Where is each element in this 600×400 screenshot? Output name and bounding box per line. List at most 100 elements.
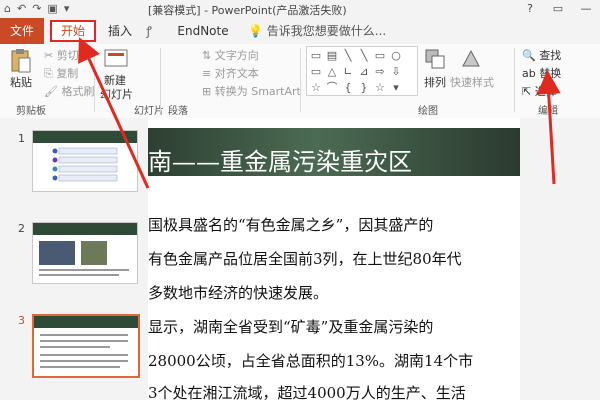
slide-thumbnail-pane: 1 2 3 [0,118,148,400]
tab-home[interactable]: 开始 [50,20,96,42]
shape-option-icon[interactable]: △ [325,65,339,79]
quick-access-toolbar: ⌂ ↶ ↷ ▣ ▾ [4,2,69,15]
cut-button[interactable]: ✂ 剪切 [44,47,79,63]
copy-icon: ⎘ [44,67,53,80]
slide-title-banner: 南——重金属污染重灾区 [148,128,520,176]
find-button[interactable]: 🔍 查找 [522,47,561,63]
thumbnail-header [33,131,137,143]
thumbnail-content [39,241,129,276]
thumbnail-content [52,147,118,182]
shape-option-icon[interactable]: ⌒ [325,81,339,95]
format-painter-button[interactable]: 🖌 格式刷 [44,83,94,99]
cut-label: 剪切 [56,49,79,62]
tab-addin-icon[interactable]: ꝭ [142,21,156,41]
shape-option-icon[interactable]: ⇩ [389,65,403,79]
slide-paragraph-line[interactable]: 显示，湖南全省受到“矿毒”及重金属污染的 [148,316,433,337]
drawing-group-label: 绘图 [418,106,438,117]
save-icon[interactable]: ⌂ [4,2,11,15]
shape-option-icon[interactable]: ⇨ [373,65,387,79]
copy-button[interactable]: ⎘ 复制 [44,65,78,81]
editing-group-label: 编辑 [538,106,558,117]
ribbon: 粘贴 ✂ 剪切 ⎘ 复制 🖌 格式刷 剪贴板 新建 幻灯片 幻灯片 ⇅ 文字方向… [0,44,600,119]
text-direction-icon: ⇅ [202,49,212,62]
tell-me-search[interactable]: 💡 告诉我您想要做什么... [248,21,386,41]
align-text-icon: ≡ [202,67,212,80]
arrange-button[interactable]: 排列 [424,74,446,90]
quick-styles-button[interactable]: 快速样式 [450,74,494,90]
slide-thumbnail-3[interactable] [32,314,140,378]
slide-thumbnail-2[interactable] [32,222,138,284]
group-divider [514,48,515,112]
shapes-gallery[interactable]: ▭ ▤ ╲ ╲ ▭ ○ ▭ △ ∟ ⊿ ⇨ ⇩ ☆ ⌒{} ☆ ▾ [306,46,418,96]
slide-paragraph-line[interactable]: 国极具盛名的“有色金属之乡”，因其盛产的 [148,214,433,235]
undo-icon[interactable]: ↶ [17,2,26,15]
shape-option-icon[interactable]: { [341,81,355,95]
shape-option-icon[interactable]: ▭ [309,49,323,63]
paragraph-group-label: 段落 [168,106,188,117]
thumbnail-header [34,316,138,328]
select-button[interactable]: ⇱ 选择 [522,83,557,99]
shape-option-icon[interactable]: ⊿ [357,65,371,79]
slide-paragraph-line[interactable]: 有色金属产品位居全国前3列，在上世纪80年代 [148,248,462,269]
ribbon-tabs: 文件 开始 插入 ꝭ EndNote X8 💡 告诉我您想要做什么... [0,18,600,58]
ribbon-display-icon[interactable]: ▭ [544,0,572,18]
scissors-icon: ✂ [44,49,54,62]
title-bar: ⌂ ↶ ↷ ▣ ▾ [兼容模式] - PowerPoint(产品激活失败) ? … [0,0,600,18]
tab-insert[interactable]: 插入 [104,21,136,41]
shape-option-icon[interactable]: ▭ [309,65,323,79]
slide-number: 3 [18,314,25,327]
shape-option-icon[interactable]: ☆ [309,81,323,95]
find-icon: 🔍 [522,49,536,62]
shape-option-icon[interactable]: ∟ [341,65,355,79]
thumbnail-content [40,334,128,368]
arrange-icon[interactable] [424,48,446,73]
format-painter-label: 格式刷 [61,85,95,98]
group-divider [94,48,95,112]
replace-button[interactable]: ab 替换 [522,65,561,81]
slide-title[interactable]: 南——重金属污染重灾区 [148,142,412,177]
paste-button[interactable]: 粘贴 [10,74,32,90]
tell-me-text: 告诉我您想要做什么... [266,24,387,38]
tab-file[interactable]: 文件 [0,18,44,44]
slide-paragraph-line[interactable]: 3个处在湘江流域，超过4000万人的生产、生活 [148,382,466,400]
shape-option-icon[interactable]: ▭ [373,49,387,63]
group-divider [160,48,161,112]
smartart-icon: ⊞ [202,85,212,98]
slide-thumbnail-1[interactable] [32,130,138,192]
paste-icon[interactable] [10,48,32,74]
quick-styles-icon[interactable] [460,48,482,73]
qat-dropdown-icon[interactable]: ▾ [64,2,70,15]
redo-icon[interactable]: ↷ [32,2,41,15]
window-title: [兼容模式] - PowerPoint(产品激活失败) [148,4,347,17]
group-divider [300,48,301,112]
present-icon[interactable]: ▣ [47,2,57,15]
replace-label: 替换 [539,67,562,80]
align-text-button[interactable]: ≡ 对齐文本 [202,65,259,81]
shape-option-icon[interactable]: ╲ [341,49,355,63]
shape-option-icon[interactable]: ╲ [357,49,371,63]
text-direction-button[interactable]: ⇅ 文字方向 [202,47,259,63]
find-label: 查找 [539,49,562,62]
text-direction-label: 文字方向 [214,49,259,62]
shape-option-icon[interactable]: } [357,81,371,95]
lightbulb-icon: 💡 [248,24,263,38]
shape-option-icon[interactable]: ○ [389,49,403,63]
shape-option-icon[interactable]: ▤ [325,49,339,63]
shape-option-icon[interactable]: ▾ [389,81,403,95]
smartart-label: 转换为 SmartArt [214,85,301,98]
replace-icon: ab [522,67,536,80]
convert-smartart-button[interactable]: ⊞ 转换为 SmartArt [202,83,301,99]
slide-paragraph-line[interactable]: 多数地市经济的快速发展。 [148,282,328,303]
select-label: 选择 [534,85,557,98]
new-slide-button-line2[interactable]: 幻灯片 [100,86,133,102]
slide-paragraph-line[interactable]: 28000公顷，占全省总面积的13%。湖南14个市 [148,350,473,371]
slide-canvas[interactable]: 南——重金属污染重灾区 国极具盛名的“有色金属之乡”，因其盛产的 有色金属产品位… [148,118,520,400]
minimize-icon[interactable]: — [572,0,600,18]
new-slide-icon[interactable] [104,48,130,73]
shape-option-icon[interactable]: ☆ [373,81,387,95]
window-controls: ? ▭ — [516,0,600,18]
align-text-label: 对齐文本 [214,67,259,80]
tab-endnote[interactable]: EndNote X8 [168,21,238,58]
help-icon[interactable]: ? [516,0,544,18]
shape-grid: ▭ ▤ ╲ ╲ ▭ ○ ▭ △ ∟ ⊿ ⇨ ⇩ ☆ ⌒{} ☆ ▾ [309,49,403,95]
